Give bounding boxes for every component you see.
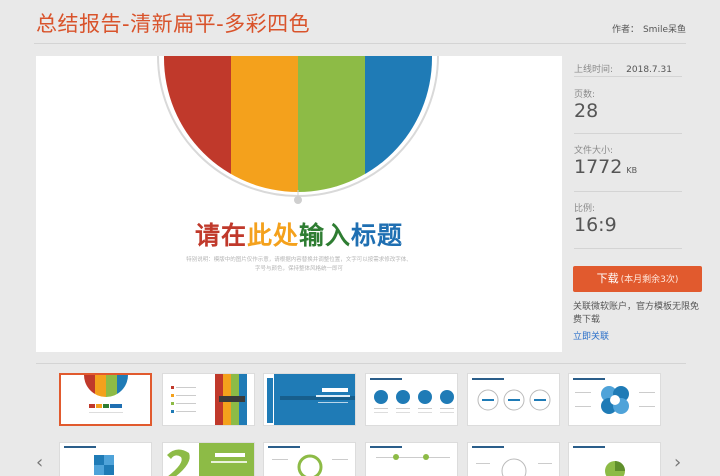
meta-divider — [574, 76, 682, 77]
thumbnails-next-arrow[interactable]: › — [674, 452, 681, 473]
slide-title-part2: 此处 — [246, 221, 299, 250]
thumbnail-slide-4[interactable] — [365, 373, 458, 426]
ring-dot — [294, 196, 302, 204]
slide-title-part1: 请在 — [194, 221, 247, 250]
slide-title: 请在此处输入标题 — [36, 216, 562, 252]
semi-bar-red — [164, 56, 231, 192]
author-label: 作者： — [611, 25, 639, 35]
file-size: 文件大小: 1772 KB — [574, 143, 684, 178]
download-button[interactable]: 下载 (本月剩余3次) — [573, 266, 702, 292]
thumbnail-slide-7[interactable] — [59, 442, 152, 476]
aspect-ratio-label: 比例: — [574, 204, 596, 214]
template-title: 总结报告-清新扁平-多彩四色 — [36, 12, 311, 36]
link-account-link[interactable]: 立即关联 — [573, 329, 609, 342]
file-size-value: 1772 — [574, 156, 623, 178]
online-date: 上线时间: 2018.7.31 — [574, 57, 684, 76]
thumbnail-slide-5[interactable] — [467, 373, 560, 426]
thumbnail-slide-1[interactable] — [59, 373, 152, 426]
slide-title-part3: 输入 — [299, 221, 352, 250]
thumbnail-slide-10[interactable] — [365, 442, 458, 476]
slide-preview[interactable]: 请在此处输入标题 特别说明：模版中的图片仅作示意，请根据内容替换并调整位置，文字… — [36, 56, 562, 352]
slide-graphic — [157, 56, 439, 204]
thumbnail-slide-3[interactable] — [263, 373, 356, 426]
file-size-unit: KB — [626, 166, 638, 175]
aspect-ratio: 比例: 16:9 — [574, 201, 684, 236]
thumbnail-slide-2[interactable] — [162, 373, 255, 426]
thumbnail-divider — [36, 363, 686, 364]
page-count-value: 28 — [574, 100, 599, 122]
thumbnail-slide-11[interactable] — [467, 442, 560, 476]
thumbnail-slide-9[interactable] — [263, 442, 356, 476]
author-info: 作者： Smile呆鱼 — [608, 22, 686, 35]
semi-bar-green — [298, 56, 365, 192]
online-date-label: 上线时间: — [574, 65, 614, 75]
meta-divider — [574, 133, 682, 134]
author-name[interactable]: Smile呆鱼 — [643, 25, 686, 35]
meta-divider — [574, 191, 682, 192]
slide-title-part4: 标题 — [351, 221, 404, 250]
download-remaining: (本月剩余3次) — [620, 275, 679, 285]
semi-bar-blue — [365, 56, 432, 192]
page-count-label: 页数: — [574, 90, 596, 100]
thumbnail-slide-12[interactable] — [568, 442, 661, 476]
header-divider — [34, 43, 686, 44]
page-count: 页数: 28 — [574, 87, 684, 122]
slide-subtitle: 特别说明：模版中的图片仅作示意，请根据内容替换并调整位置，文字可以按需求修改字体… — [186, 257, 412, 272]
account-note: 关联微软账户，官方模板无限免费下载 — [573, 302, 700, 325]
thumbnail-slide-8[interactable] — [162, 442, 255, 476]
semi-bar-orange — [231, 56, 298, 192]
thumbnail-slide-6[interactable] — [568, 373, 661, 426]
online-date-value: 2018.7.31 — [626, 65, 672, 75]
thumbnails-prev-arrow[interactable]: ‹ — [36, 452, 43, 473]
aspect-ratio-value: 16:9 — [574, 214, 617, 236]
meta-divider — [574, 248, 682, 249]
download-label: 下载 — [596, 272, 619, 285]
file-size-label: 文件大小: — [574, 146, 614, 156]
